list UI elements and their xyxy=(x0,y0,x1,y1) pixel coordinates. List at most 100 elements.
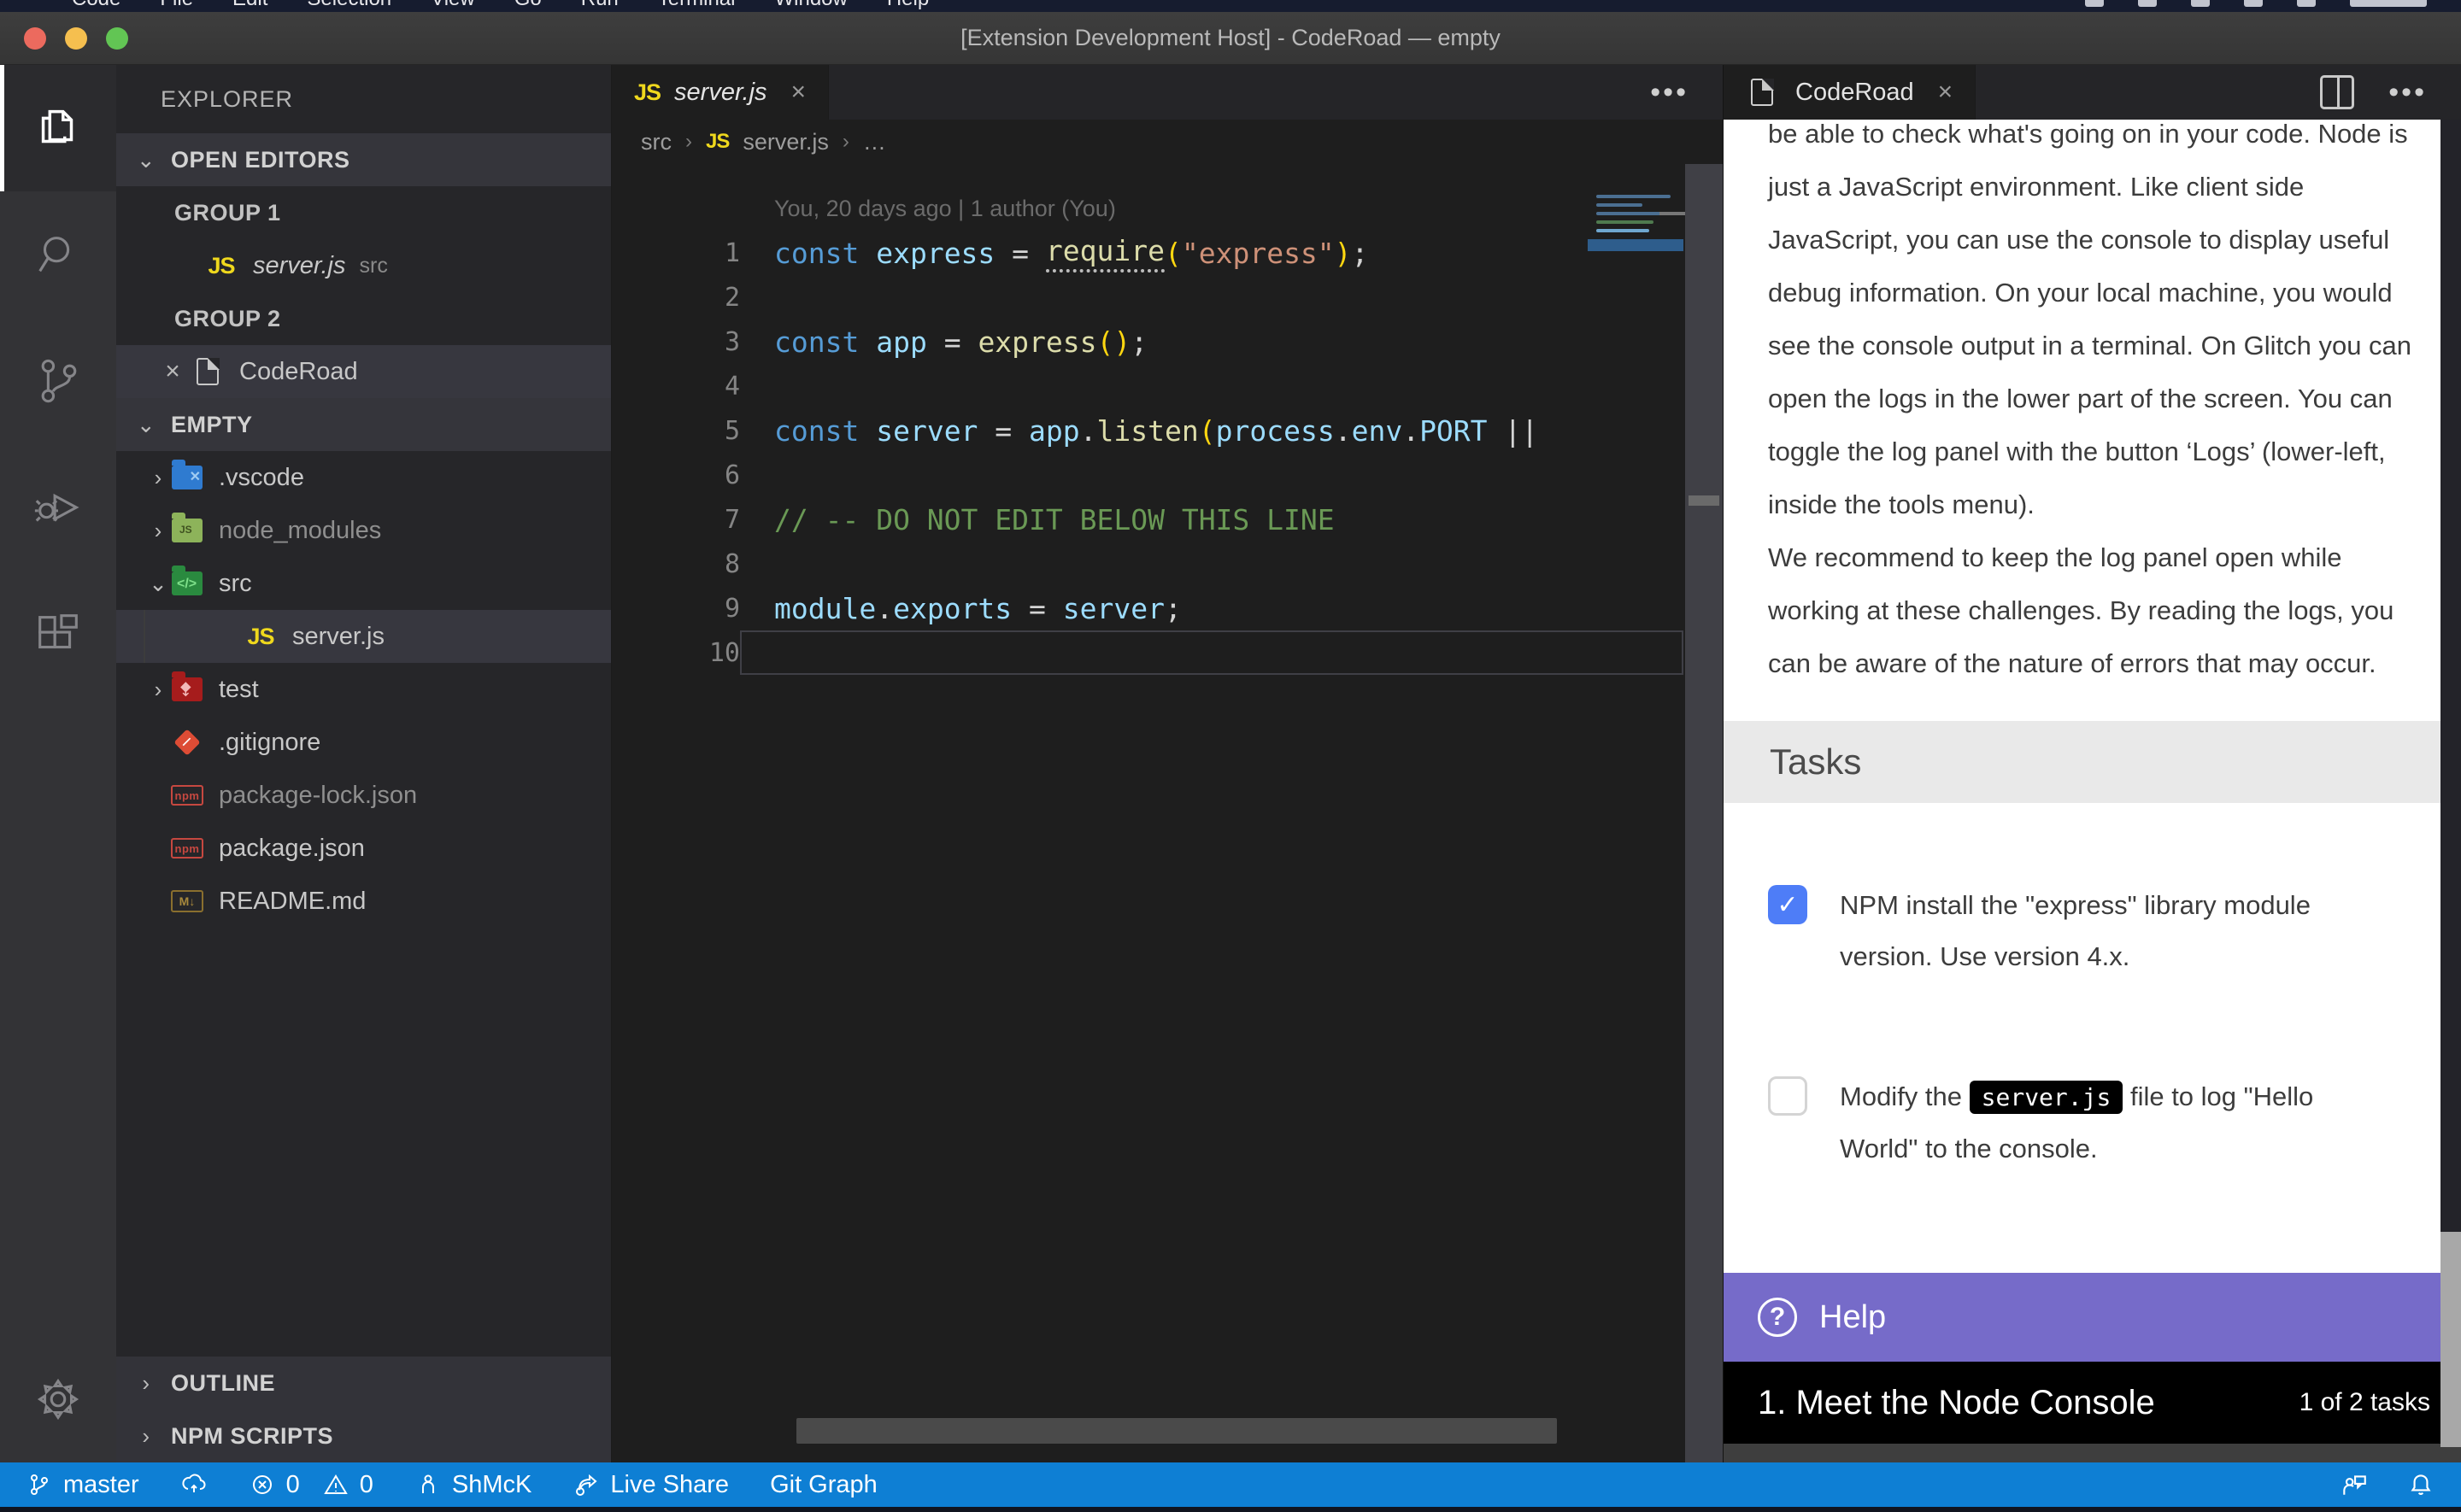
breadcrumb[interactable]: src › JS server.js › … xyxy=(612,120,1723,164)
code-line-5[interactable]: 5const server = app.listen(process.env.P… xyxy=(612,408,1723,453)
menu-item-terminal[interactable]: Terminal xyxy=(658,0,736,12)
menu-item-go[interactable]: Go xyxy=(514,0,542,12)
git-blame-annotation[interactable]: You, 20 days ago | 1 author (You) xyxy=(612,186,1723,231)
source-control-icon[interactable] xyxy=(0,318,116,444)
tree-item-src[interactable]: ⌄</>src xyxy=(116,557,611,610)
lesson-progress: 1 of 2 tasks xyxy=(2299,1388,2430,1417)
vscode-folder-icon: ✕ xyxy=(172,466,203,489)
close-tab-icon[interactable]: × xyxy=(791,78,807,107)
code-line-2[interactable]: 2 xyxy=(612,275,1723,319)
vertical-scrollbar[interactable] xyxy=(1685,164,1723,1462)
explorer-icon[interactable] xyxy=(0,65,116,191)
menu-item-edit[interactable]: Edit xyxy=(232,0,267,12)
notifications-bell-icon[interactable] xyxy=(2406,1470,2435,1499)
tree-item-package-lock-json[interactable]: npmpackage-lock.json xyxy=(116,769,611,822)
close-tab-icon[interactable]: × xyxy=(1938,78,1953,107)
editor-group-2-label: GROUP 2 xyxy=(116,292,611,345)
chevron-icon: ⌄ xyxy=(145,571,171,597)
tree-item-readme-md[interactable]: M↓README.md xyxy=(116,875,611,928)
more-actions-icon[interactable]: ••• xyxy=(2388,76,2427,109)
search-icon[interactable] xyxy=(0,191,116,318)
code-line-8[interactable]: 8 xyxy=(612,542,1723,586)
line-number: 2 xyxy=(612,283,740,313)
code-line-10[interactable]: 10 xyxy=(612,630,1723,675)
javascript-file-icon: JS xyxy=(634,79,661,106)
traffic-lights xyxy=(0,27,128,50)
tree-item--gitignore[interactable]: .gitignore xyxy=(116,716,611,769)
git-icon xyxy=(173,729,200,755)
code-editor[interactable]: You, 20 days ago | 1 author (You) 1const… xyxy=(612,164,1723,1462)
tab-coderoad[interactable]: CodeRoad × xyxy=(1724,65,1976,120)
markdown-icon: M↓ xyxy=(171,890,203,912)
checkbox-checked[interactable]: ✓ xyxy=(1768,885,1807,924)
split-editor-icon[interactable] xyxy=(2320,75,2354,109)
coderoad-webview: be able to check what's going on in your… xyxy=(1724,120,2461,1462)
outline-section-header[interactable]: › OUTLINE xyxy=(116,1357,611,1409)
indent-guide xyxy=(144,610,145,663)
tree-item-test[interactable]: ›⧪test xyxy=(116,663,611,716)
line-number: 10 xyxy=(612,638,740,668)
tree-item-node-modules[interactable]: ›JSnode_modules xyxy=(116,504,611,557)
tree-item--vscode[interactable]: ›✕.vscode xyxy=(116,451,611,504)
git-graph-button[interactable]: Git Graph xyxy=(770,1471,878,1499)
menu-item-view[interactable]: View xyxy=(431,0,475,12)
sync-changes-button[interactable] xyxy=(180,1471,208,1498)
code-line-7[interactable]: 7// -- DO NOT EDIT BELOW THIS LINE xyxy=(612,497,1723,542)
minimap[interactable] xyxy=(1588,190,1683,251)
webview-scrollbar-thumb[interactable] xyxy=(2440,1232,2461,1447)
close-editor-icon[interactable]: × xyxy=(154,357,191,386)
src-folder-icon: </> xyxy=(172,571,203,595)
menu-item-run[interactable]: Run xyxy=(581,0,619,12)
close-window-button[interactable] xyxy=(24,27,46,50)
menu-item-file[interactable]: File xyxy=(160,0,193,12)
lesson-footer[interactable]: 1. Meet the Node Console 1 of 2 tasks xyxy=(1724,1362,2461,1444)
horizontal-scrollbar-thumb[interactable] xyxy=(796,1418,1557,1444)
lesson-title: 1. Meet the Node Console xyxy=(1758,1384,2155,1422)
extensions-icon[interactable] xyxy=(0,571,116,697)
open-editors-header[interactable]: ⌄ OPEN EDITORS xyxy=(116,133,611,186)
activity-bar xyxy=(0,65,116,1462)
menu-item-code[interactable]: Code xyxy=(72,0,120,12)
code-line-9[interactable]: 9module.exports = server; xyxy=(612,586,1723,630)
line-number: 9 xyxy=(612,594,740,624)
window-title-bar: [Extension Development Host] - CodeRoad … xyxy=(0,12,2461,65)
git-branch-status[interactable]: master xyxy=(26,1471,139,1499)
checkbox-unchecked[interactable] xyxy=(1768,1076,1807,1116)
tree-item-server-js[interactable]: JSserver.js xyxy=(116,610,611,663)
settings-gear-icon[interactable] xyxy=(0,1336,116,1462)
menu-item-window[interactable]: Window xyxy=(774,0,847,12)
tutorial-paragraph: be able to check what's going on in your… xyxy=(1768,120,2436,690)
webview-scrollbar-track[interactable] xyxy=(2440,120,2461,1232)
code-line-1[interactable]: 1const express = require("express"); xyxy=(612,231,1723,275)
feedback-icon[interactable] xyxy=(2340,1470,2369,1499)
run-and-debug-icon[interactable] xyxy=(0,444,116,571)
zoom-window-button[interactable] xyxy=(106,27,128,50)
chevron-icon: › xyxy=(145,518,171,544)
help-section-header[interactable]: ? Help xyxy=(1724,1273,2461,1362)
chevron-down-icon: ⌄ xyxy=(133,147,159,173)
open-editor-coderoad[interactable]: × CodeRoad xyxy=(116,345,611,398)
menu-item-selection[interactable]: Selection xyxy=(307,0,391,12)
live-share-button[interactable]: Live Share xyxy=(573,1471,729,1499)
open-editor-serverjs[interactable]: JS server.js src xyxy=(116,239,611,292)
code-line-6[interactable]: 6 xyxy=(612,453,1723,497)
live-share-user-status[interactable]: ShMcK xyxy=(414,1471,532,1499)
live-share-icon xyxy=(573,1471,600,1498)
folder-section-header[interactable]: ⌄ EMPTY xyxy=(116,398,611,451)
problems-status[interactable]: 0 0 xyxy=(249,1471,373,1499)
minimize-window-button[interactable] xyxy=(65,27,87,50)
menu-status-icon xyxy=(2138,0,2157,7)
menu-item-help[interactable]: Help xyxy=(887,0,929,12)
coderoad-tab-bar: CodeRoad × ••• xyxy=(1724,65,2461,120)
javascript-file-icon: JS xyxy=(706,130,729,154)
tab-serverjs[interactable]: JS server.js × xyxy=(612,65,829,120)
line-number: 7 xyxy=(612,505,740,535)
window-title: [Extension Development Host] - CodeRoad … xyxy=(960,25,1501,51)
more-actions-icon[interactable]: ••• xyxy=(1650,76,1689,109)
node-modules-folder-icon: JS xyxy=(172,519,203,542)
tree-item-package-json[interactable]: npmpackage.json xyxy=(116,822,611,875)
npm-scripts-section-header[interactable]: › NPM SCRIPTS xyxy=(116,1409,611,1462)
code-line-4[interactable]: 4 xyxy=(612,364,1723,408)
code-line-3[interactable]: 3const app = express(); xyxy=(612,319,1723,364)
git-branch-icon xyxy=(26,1471,53,1498)
